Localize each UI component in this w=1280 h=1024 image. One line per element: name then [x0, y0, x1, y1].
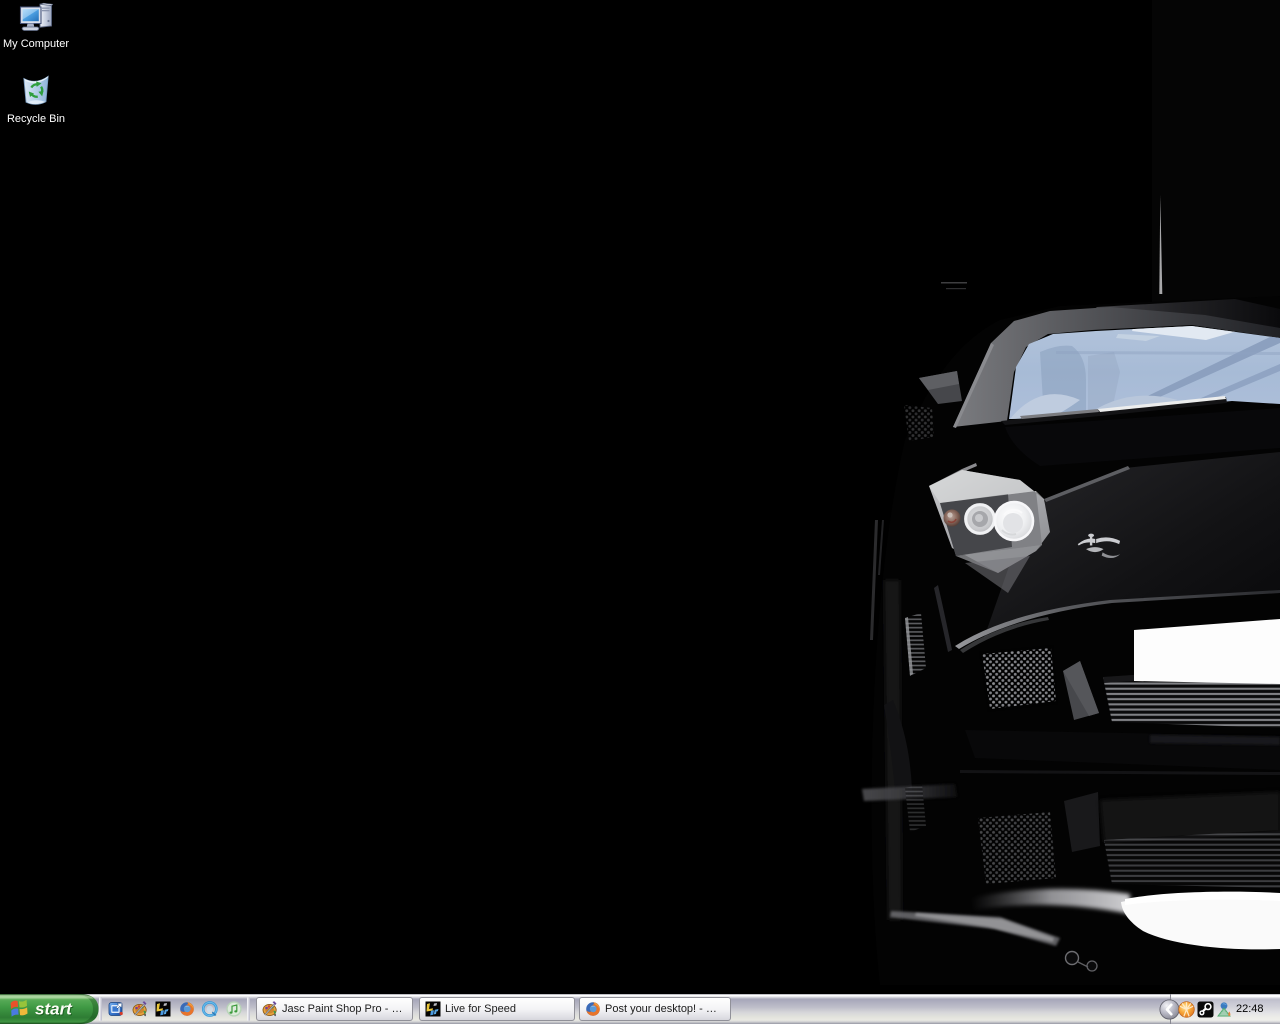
svg-text:start: start [35, 1000, 73, 1019]
